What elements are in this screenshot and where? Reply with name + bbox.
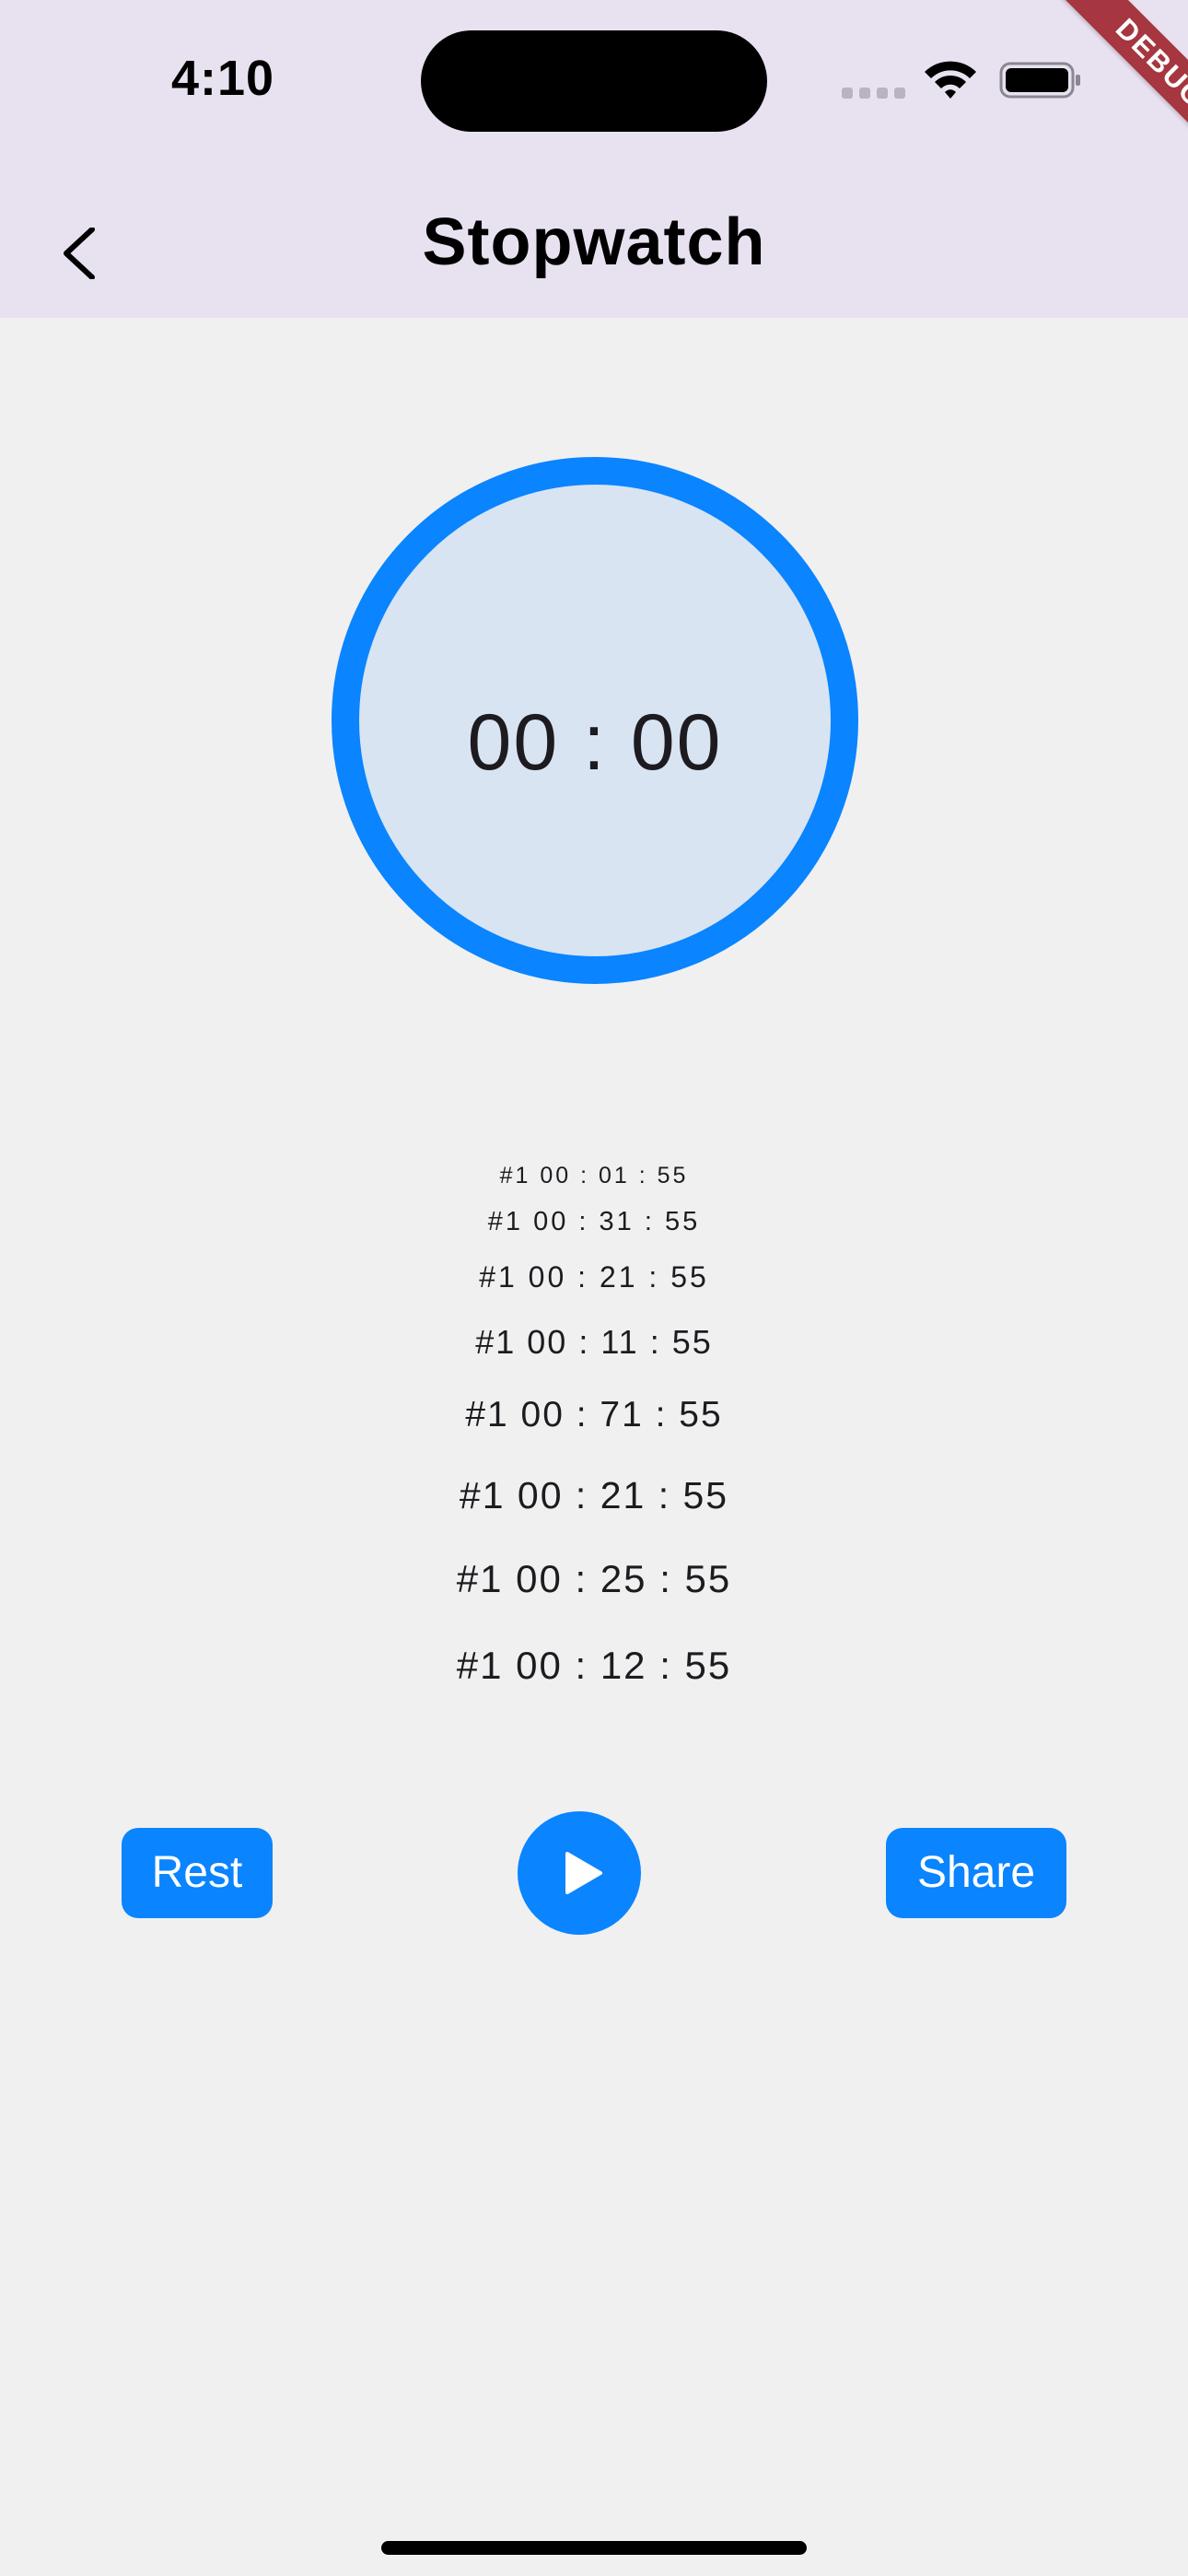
lap-item: #1 00 : 21 : 55	[479, 1260, 709, 1294]
play-icon	[565, 1852, 602, 1894]
timer-display: 00 : 00	[467, 698, 723, 787]
lap-item: #1 00 : 01 : 55	[499, 1163, 689, 1188]
debug-ribbon-label: DEBUG	[1060, 0, 1188, 164]
status-time: 4:10	[171, 51, 275, 106]
debug-banner: DEBUG	[1004, 0, 1188, 184]
lap-item: #1 00 : 12 : 55	[456, 1644, 732, 1687]
play-button[interactable]	[518, 1811, 641, 1935]
home-indicator	[381, 2541, 807, 2555]
signal-icon	[842, 88, 906, 99]
lap-item: #1 00 : 71 : 55	[465, 1395, 723, 1434]
reset-button[interactable]: Rest	[122, 1828, 273, 1918]
wifi-icon	[921, 57, 980, 101]
lap-item: #1 00 : 11 : 55	[475, 1323, 713, 1361]
timer-circle: 00 : 00	[332, 457, 858, 984]
app-bar: Stopwatch	[0, 184, 1188, 318]
page-title: Stopwatch	[422, 205, 766, 279]
lap-item: #1 00 : 31 : 55	[487, 1207, 701, 1236]
share-button[interactable]: Share	[886, 1828, 1066, 1918]
lap-item: #1 00 : 21 : 55	[459, 1474, 729, 1516]
dynamic-island	[421, 30, 767, 132]
lap-item: #1 00 : 25 : 55	[456, 1557, 732, 1600]
